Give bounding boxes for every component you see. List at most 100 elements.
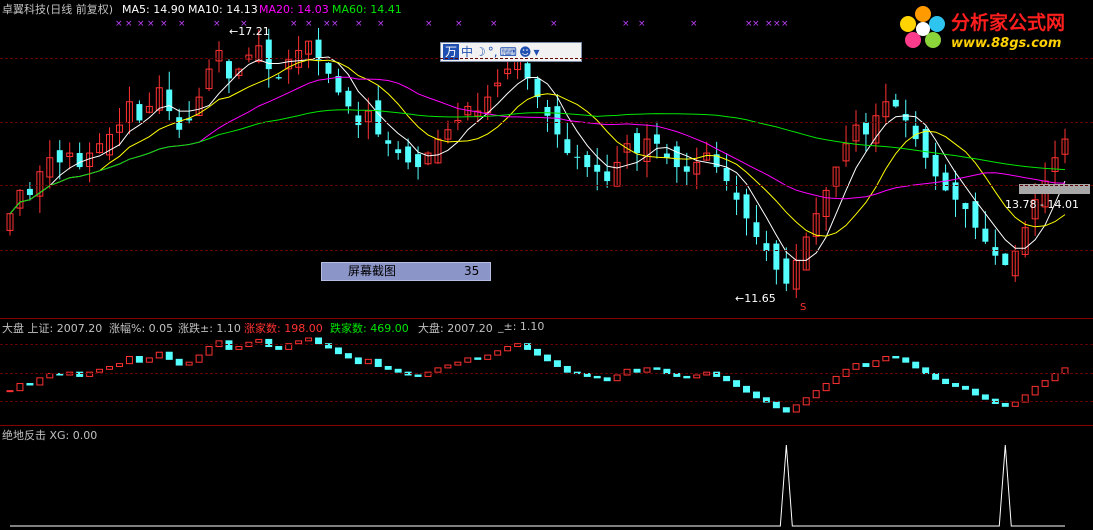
market-candle <box>782 407 790 413</box>
market-candle <box>26 383 34 386</box>
signal-marker: × <box>377 19 385 29</box>
market-candle <box>563 365 571 373</box>
signal-marker: × <box>638 19 646 29</box>
market-candle <box>265 338 273 348</box>
candle-body-down <box>683 166 690 172</box>
kline-chart[interactable]: × × × × × × × × × × × × × × × × × × × × × × × × × × <box>0 0 1093 530</box>
flower-logo-icon <box>900 6 945 48</box>
market-candle <box>106 365 114 370</box>
signal-marker: × <box>137 19 145 29</box>
signal-marker: × <box>355 19 363 29</box>
candle-body-down <box>265 39 272 70</box>
candle-body-down <box>743 194 750 219</box>
candle-body-down <box>972 201 979 228</box>
market-index: 大盘 上证: 2007.20 <box>2 322 103 335</box>
market-candle <box>942 378 950 385</box>
signal-marker: × <box>125 19 133 29</box>
candle-body-down <box>982 228 989 242</box>
market-candle <box>752 391 760 399</box>
signal-marker: × <box>115 19 123 29</box>
market-candle <box>593 375 601 379</box>
market-candle <box>145 357 153 363</box>
market-candle <box>961 385 969 390</box>
market-candle <box>434 367 442 373</box>
market-candle <box>822 383 830 392</box>
market-candle <box>414 374 422 377</box>
market-candle <box>812 390 820 399</box>
market-candle <box>344 353 352 359</box>
market-candle <box>603 377 611 382</box>
candle-body-down <box>76 152 83 168</box>
market-candle <box>155 351 163 359</box>
candle-body-down <box>653 134 660 144</box>
candle-body-down <box>962 203 969 210</box>
market-candle <box>772 401 780 409</box>
market-candle <box>504 346 512 352</box>
market-candle <box>1051 373 1059 382</box>
market-candle <box>305 337 313 342</box>
signal-marker: × <box>147 19 155 29</box>
candle-body-down <box>415 154 422 168</box>
market-candle <box>135 356 143 363</box>
signal-marker: × <box>622 19 630 29</box>
signal-marker: × <box>331 19 339 29</box>
candle-body-down <box>673 146 680 168</box>
market-candle <box>952 383 960 387</box>
market-candle <box>792 404 800 413</box>
signal-marker: × <box>765 19 773 29</box>
grid-line <box>0 58 1093 59</box>
market-candle <box>872 360 880 367</box>
right-range-label: 13.78 - 14.01 <box>1005 198 1079 211</box>
market-candle <box>96 368 104 373</box>
market-change-pct: 涨幅%: 0.05 <box>109 322 174 335</box>
signal-marker: × <box>305 19 313 29</box>
market-change: 涨跌±: 1.10 <box>178 322 241 335</box>
screenshot-label: 屏幕截图 <box>348 264 397 278</box>
candle-body-down <box>594 164 601 172</box>
candle-body-down <box>554 106 561 135</box>
candle-body-down <box>225 61 232 79</box>
market-candle <box>334 347 342 355</box>
market-candle <box>862 363 870 367</box>
indicator-signal-line <box>10 444 1065 527</box>
market-candle <box>125 356 133 365</box>
high-price-label: ←17.21 <box>229 25 270 38</box>
signal-marker: × <box>425 19 433 29</box>
market-pm: _±: 1.10 <box>498 320 545 333</box>
market-candle <box>733 380 741 387</box>
panel-divider-indicator <box>0 425 1093 426</box>
market-candle <box>374 358 382 367</box>
indicator-label: 绝地反击 XG: 0.00 <box>2 429 98 442</box>
market-candle <box>653 367 661 370</box>
grid-line <box>0 185 1093 186</box>
candle-body-down <box>345 90 352 107</box>
candle-body-down <box>136 104 143 121</box>
market-candle <box>255 338 263 343</box>
ime-toolbar[interactable]: 万 中 ☽ °, ⌨ ☻ ▾ <box>440 42 582 62</box>
market-candle <box>165 351 173 360</box>
market-candle <box>1001 402 1009 407</box>
market-candle <box>494 350 502 356</box>
rise-count: 涨家数: 198.00 <box>244 322 323 335</box>
candle-body-down <box>166 89 173 112</box>
s-marker: S <box>800 302 807 313</box>
candle-body-down <box>773 243 780 270</box>
screenshot-box[interactable]: 屏幕截图 35 <box>321 262 491 281</box>
market-candle <box>673 373 681 377</box>
candle-body-down <box>574 156 581 158</box>
market-candle <box>613 374 621 382</box>
market-candle <box>892 356 900 359</box>
market-candle <box>832 375 840 385</box>
candle-body-down <box>544 106 551 116</box>
grid-line <box>0 344 1093 345</box>
candle-body-down <box>862 122 869 135</box>
candle-body-down <box>275 77 282 79</box>
market-candle <box>912 361 920 369</box>
market-candle <box>583 373 591 377</box>
candle-body-down <box>405 146 412 163</box>
market-candle <box>1011 401 1019 407</box>
candle-body-down <box>753 222 760 238</box>
screenshot-count: 35 <box>464 264 480 278</box>
market-candle <box>643 367 651 373</box>
market-candle <box>553 360 561 367</box>
